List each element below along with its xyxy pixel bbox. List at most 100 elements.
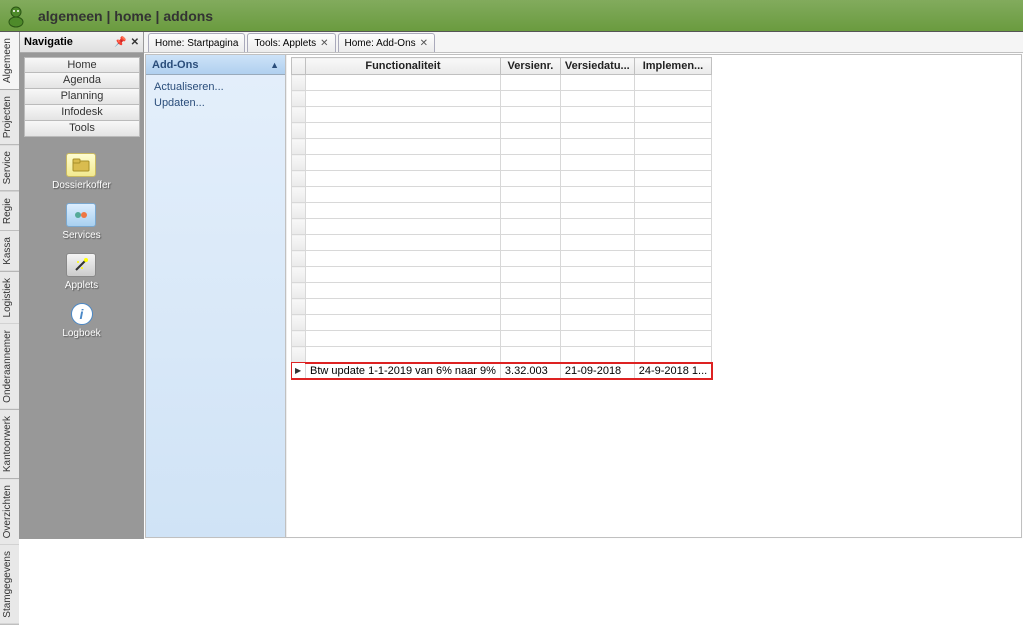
grid-cell[interactable] <box>560 171 634 187</box>
grid-cell[interactable]: 3.32.003 <box>500 363 560 379</box>
grid-cell[interactable] <box>500 315 560 331</box>
grid-cell[interactable] <box>500 219 560 235</box>
tab[interactable]: Home: Startpagina <box>148 33 245 52</box>
grid-cell[interactable] <box>306 219 501 235</box>
tab[interactable]: Tools: Applets✕ <box>247 33 335 52</box>
grid-cell[interactable] <box>560 203 634 219</box>
vertical-tab[interactable]: Kantoorwerk <box>0 410 19 479</box>
grid-cell[interactable] <box>306 75 501 91</box>
grid-cell[interactable]: Btw update 1-1-2019 van 6% naar 9% <box>306 363 501 379</box>
grid-cell[interactable] <box>306 283 501 299</box>
tab-close-icon[interactable]: ✕ <box>320 38 328 49</box>
grid-cell[interactable] <box>634 75 712 91</box>
grid-cell[interactable] <box>560 219 634 235</box>
vertical-tab[interactable]: Onderaannemer <box>0 324 19 410</box>
grid-cell[interactable] <box>500 107 560 123</box>
nav-item[interactable]: Services <box>62 203 100 241</box>
vertical-tab[interactable]: Overzichten <box>0 479 19 545</box>
grid-cell[interactable]: 21-09-2018 <box>560 363 634 379</box>
tab[interactable]: Home: Add-Ons✕ <box>338 33 436 52</box>
grid-cell[interactable] <box>634 91 712 107</box>
tab-close-icon[interactable]: ✕ <box>420 38 428 49</box>
grid-header[interactable]: Implemen... <box>634 58 712 75</box>
nav-button[interactable]: Infodesk <box>24 105 140 121</box>
grid-cell[interactable] <box>306 107 501 123</box>
grid-cell[interactable] <box>560 251 634 267</box>
grid-cell[interactable] <box>500 171 560 187</box>
grid-area[interactable]: FunctionaliteitVersienr.Versiedatu...Imp… <box>286 55 1021 537</box>
collapse-icon[interactable]: ▲ <box>270 60 279 70</box>
grid-cell[interactable] <box>500 203 560 219</box>
vertical-tab[interactable]: Regie <box>0 192 19 231</box>
grid-cell[interactable] <box>306 91 501 107</box>
nav-button[interactable]: Tools <box>24 121 140 137</box>
grid-cell[interactable] <box>306 155 501 171</box>
grid-cell[interactable] <box>560 267 634 283</box>
grid-cell[interactable] <box>500 123 560 139</box>
grid-cell[interactable] <box>560 315 634 331</box>
grid-cell[interactable] <box>500 347 560 363</box>
grid-cell[interactable] <box>560 75 634 91</box>
grid-cell[interactable] <box>306 139 501 155</box>
grid-cell[interactable] <box>634 187 712 203</box>
grid-cell[interactable] <box>634 299 712 315</box>
grid-cell[interactable] <box>306 203 501 219</box>
grid-cell[interactable] <box>560 235 634 251</box>
grid-cell[interactable] <box>306 299 501 315</box>
vertical-tab[interactable]: Kassa <box>0 231 19 272</box>
grid-cell[interactable] <box>306 235 501 251</box>
grid-cell[interactable] <box>500 299 560 315</box>
grid-cell[interactable] <box>634 203 712 219</box>
grid-header[interactable]: Versiedatu... <box>560 58 634 75</box>
grid-cell[interactable] <box>634 107 712 123</box>
grid-cell[interactable] <box>306 187 501 203</box>
grid-cell[interactable] <box>500 235 560 251</box>
nav-item[interactable]: Dossierkoffer <box>52 153 111 191</box>
grid-cell[interactable] <box>634 267 712 283</box>
grid-cell[interactable]: 24-9-2018 1... <box>634 363 712 379</box>
grid-row-selected[interactable]: Btw update 1-1-2019 van 6% naar 9%3.32.0… <box>292 363 712 379</box>
vertical-tab[interactable]: Algemeen <box>0 32 19 90</box>
grid-cell[interactable] <box>500 155 560 171</box>
grid-cell[interactable] <box>634 235 712 251</box>
grid-cell[interactable] <box>634 347 712 363</box>
vertical-tab[interactable]: Logistiek <box>0 272 19 324</box>
grid-cell[interactable] <box>634 315 712 331</box>
grid-header[interactable]: Functionaliteit <box>306 58 501 75</box>
grid-cell[interactable] <box>634 123 712 139</box>
grid-cell[interactable] <box>306 347 501 363</box>
grid-cell[interactable] <box>634 331 712 347</box>
grid-cell[interactable] <box>560 139 634 155</box>
grid-cell[interactable] <box>634 155 712 171</box>
addons-link[interactable]: Actualiseren... <box>154 79 277 95</box>
nav-item[interactable]: iLogboek <box>62 303 100 339</box>
grid-cell[interactable] <box>500 331 560 347</box>
grid-cell[interactable] <box>560 123 634 139</box>
grid-cell[interactable] <box>306 315 501 331</box>
grid-cell[interactable] <box>634 171 712 187</box>
grid-cell[interactable] <box>560 155 634 171</box>
grid-header[interactable]: Versienr. <box>500 58 560 75</box>
grid-cell[interactable] <box>634 283 712 299</box>
grid-cell[interactable] <box>500 187 560 203</box>
vertical-tab[interactable]: Stamgegevens <box>0 545 19 625</box>
addons-header[interactable]: Add-Ons ▲ <box>146 55 285 75</box>
grid-cell[interactable] <box>560 331 634 347</box>
grid-cell[interactable] <box>634 251 712 267</box>
grid-cell[interactable] <box>560 299 634 315</box>
grid-cell[interactable] <box>306 331 501 347</box>
addons-grid[interactable]: FunctionaliteitVersienr.Versiedatu...Imp… <box>291 57 712 379</box>
grid-cell[interactable] <box>500 91 560 107</box>
vertical-tab[interactable]: Service <box>0 145 19 191</box>
addons-link[interactable]: Updaten... <box>154 95 277 111</box>
grid-cell[interactable] <box>500 267 560 283</box>
close-icon[interactable]: ✕ <box>131 37 139 48</box>
grid-cell[interactable] <box>560 187 634 203</box>
nav-item[interactable]: Applets <box>65 253 98 291</box>
grid-cell[interactable] <box>306 123 501 139</box>
nav-button[interactable]: Home <box>24 57 140 73</box>
vertical-tab[interactable]: Projecten <box>0 90 19 145</box>
grid-cell[interactable] <box>634 139 712 155</box>
grid-cell[interactable] <box>560 283 634 299</box>
nav-button[interactable]: Planning <box>24 89 140 105</box>
